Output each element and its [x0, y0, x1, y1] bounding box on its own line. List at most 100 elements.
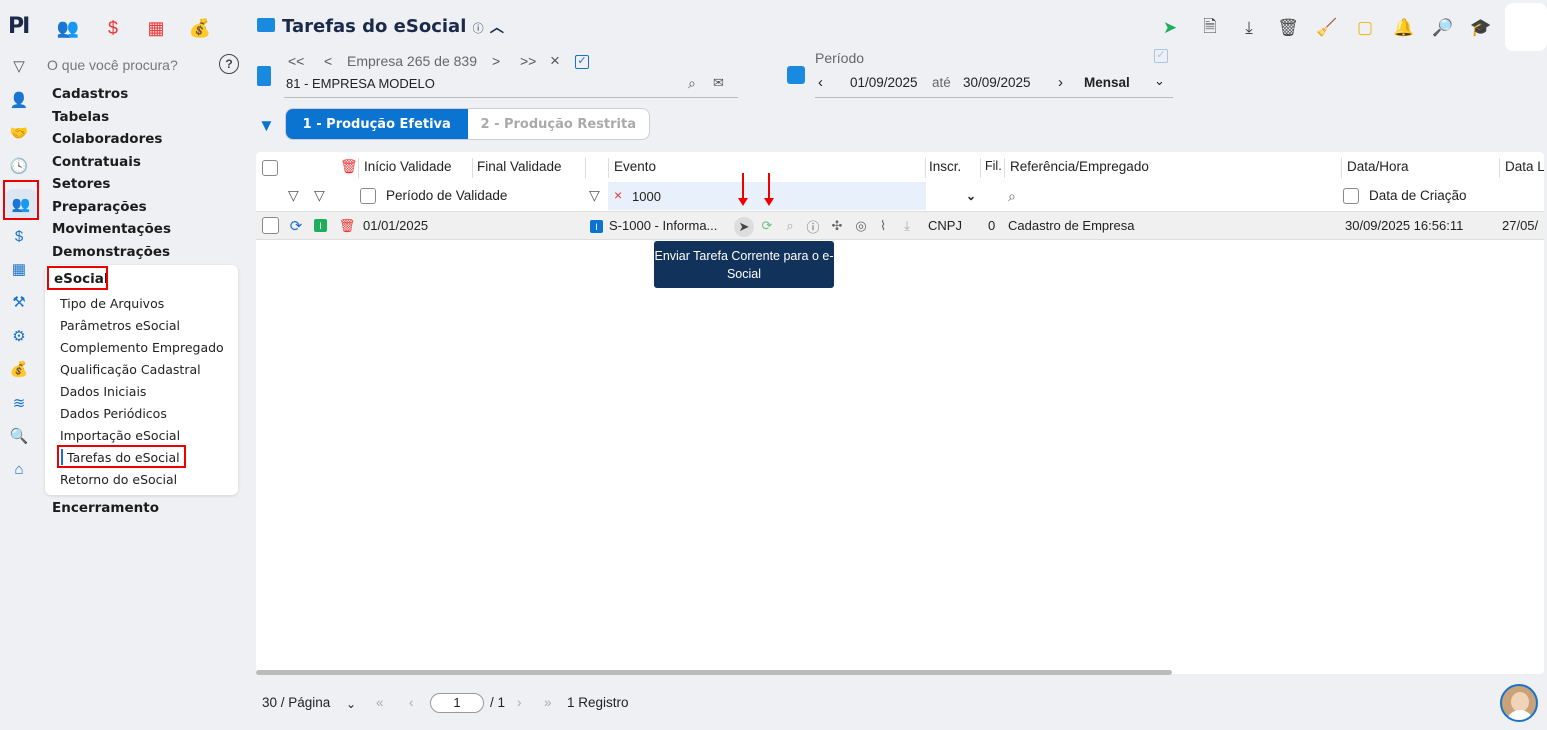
- horizontal-scrollbar[interactable]: [256, 670, 1172, 675]
- attachment-icon[interactable]: ⌇: [875, 218, 891, 234]
- col-data-l[interactable]: Data L: [1505, 159, 1544, 174]
- user-add-icon[interactable]: 👤: [8, 89, 30, 111]
- report-icon[interactable]: 🔎: [1431, 16, 1455, 40]
- prev-period-button[interactable]: ‹: [818, 74, 823, 91]
- search-icon[interactable]: 🔍: [8, 425, 30, 447]
- close-company-button[interactable]: ×: [550, 51, 560, 71]
- tools-icon[interactable]: ⚒: [8, 291, 30, 313]
- calculator-icon[interactable]: ▦: [8, 258, 30, 280]
- menu-colaboradores[interactable]: Colaboradores: [52, 131, 162, 147]
- menu-setores[interactable]: Setores: [52, 176, 110, 192]
- submenu-dados-periodicos[interactable]: Dados Periódicos: [60, 406, 167, 421]
- send-task-icon[interactable]: ➤: [734, 217, 754, 237]
- search-input[interactable]: O que você procura?: [47, 57, 178, 73]
- table-row[interactable]: ⟳ I 🗑 01/01/2025 I S-1000 - Informa... ➤…: [256, 211, 1544, 240]
- chevron-down-icon[interactable]: ⌄: [346, 697, 356, 711]
- submenu-parametros[interactable]: Parâmetros eSocial: [60, 318, 180, 333]
- group-app-icon[interactable]: 👥: [55, 14, 81, 42]
- gear-icon[interactable]: ⚙: [8, 325, 30, 347]
- col-inicio-validade[interactable]: Início Validade: [364, 159, 452, 174]
- first-company-button[interactable]: <<: [288, 53, 304, 69]
- last-page-button[interactable]: »: [544, 695, 552, 710]
- send-icon[interactable]: ➤: [1158, 16, 1182, 40]
- user-menu[interactable]: [1505, 3, 1547, 51]
- filter-funnel-icon[interactable]: ▼: [258, 116, 275, 136]
- period-start[interactable]: 01/09/2025: [850, 75, 918, 90]
- next-period-button[interactable]: ›: [1058, 74, 1063, 91]
- refresh-icon[interactable]: ⟳: [288, 218, 304, 235]
- sync-icon[interactable]: ⟳: [759, 218, 775, 234]
- row-checkbox[interactable]: [262, 217, 279, 234]
- fingerprint-icon[interactable]: ◎: [853, 218, 869, 234]
- home-icon[interactable]: ⌂: [8, 458, 30, 480]
- note-icon[interactable]: ▢: [1353, 16, 1377, 40]
- broom-icon[interactable]: 🧹: [1315, 16, 1339, 40]
- referencia-search-icon[interactable]: ⌕: [1008, 188, 1016, 205]
- company-name[interactable]: 81 - EMPRESA MODELO: [286, 76, 435, 91]
- menu-tabelas[interactable]: Tabelas: [52, 109, 109, 125]
- col-inscr[interactable]: Inscr.: [929, 159, 961, 174]
- trash-icon[interactable]: 🗑: [1276, 16, 1300, 40]
- col-evento[interactable]: Evento: [614, 159, 656, 174]
- next-company-button[interactable]: >: [492, 53, 500, 69]
- filter-icon[interactable]: ▽: [314, 187, 325, 204]
- submenu-dados-iniciais[interactable]: Dados Iniciais: [60, 384, 146, 399]
- search-icon[interactable]: ⌕: [782, 218, 798, 234]
- col-referencia[interactable]: Referência/Empregado: [1010, 159, 1149, 174]
- menu-cadastros[interactable]: Cadastros: [52, 86, 128, 102]
- info-icon[interactable]: ⓘ: [473, 22, 484, 35]
- submenu-tipo-arquivos[interactable]: Tipo de Arquivos: [60, 296, 164, 311]
- graduation-icon[interactable]: 🎓: [1469, 16, 1493, 40]
- handshake-icon[interactable]: 🤝: [8, 122, 30, 144]
- money-bag-icon[interactable]: 💰: [8, 358, 30, 380]
- mail-icon[interactable]: ✉: [713, 75, 724, 91]
- menu-preparacoes[interactable]: Preparações: [52, 199, 147, 215]
- submenu-complemento[interactable]: Complemento Empregado: [60, 340, 224, 355]
- col-data-hora[interactable]: Data/Hora: [1347, 159, 1409, 174]
- per-page-select[interactable]: 30 / Página: [262, 695, 330, 710]
- page-input[interactable]: 1: [430, 693, 484, 713]
- info-icon[interactable]: ⓘ: [805, 218, 821, 235]
- clock-icon[interactable]: 🕓: [8, 155, 30, 177]
- dollar-icon[interactable]: $: [8, 225, 30, 247]
- menu-movimentacoes[interactable]: Movimentações: [52, 221, 171, 237]
- period-mode-select[interactable]: Mensal: [1084, 75, 1130, 90]
- tab-producao-efetiva[interactable]: 1 - Produção Efetiva: [286, 109, 468, 139]
- download-icon[interactable]: ⤓: [899, 218, 915, 234]
- layers-icon[interactable]: ≋: [8, 392, 30, 414]
- collapse-icon[interactable]: ︿: [490, 20, 504, 36]
- puzzle-icon[interactable]: ✣: [829, 218, 845, 234]
- row-trash-icon[interactable]: 🗑: [339, 218, 356, 234]
- clear-filter-icon[interactable]: ×: [614, 187, 622, 203]
- filter-icon[interactable]: ▽: [8, 55, 30, 77]
- next-page-button[interactable]: ›: [517, 695, 522, 710]
- assistant-avatar[interactable]: [1500, 684, 1538, 722]
- bell-icon[interactable]: 🔔: [1392, 16, 1416, 40]
- prev-company-button[interactable]: <: [324, 53, 332, 69]
- chevron-down-icon[interactable]: ⌄: [1154, 73, 1165, 89]
- period-checkbox[interactable]: ✓: [1154, 49, 1168, 63]
- table-app-icon[interactable]: ▦: [143, 14, 169, 42]
- tab-producao-restrita[interactable]: 2 - Produção Restrita: [468, 109, 650, 139]
- event-filter-icon[interactable]: ▽: [589, 187, 600, 204]
- finance-app-icon[interactable]: $: [100, 14, 126, 42]
- first-page-button[interactable]: «: [376, 695, 384, 710]
- menu-encerramento[interactable]: Encerramento: [52, 500, 159, 516]
- last-company-button[interactable]: >>: [520, 53, 536, 69]
- help-icon[interactable]: ?: [219, 54, 239, 74]
- submenu-retorno[interactable]: Retorno do eSocial: [60, 472, 177, 487]
- col-fil[interactable]: Fil.: [985, 159, 1002, 173]
- submenu-importacao[interactable]: Importação eSocial: [60, 428, 180, 443]
- company-search-icon[interactable]: ⌕: [688, 75, 696, 92]
- moneybag-app-icon[interactable]: 💰: [187, 14, 213, 42]
- select-all-checkbox[interactable]: [262, 160, 278, 176]
- validity-filter-checkbox[interactable]: [360, 188, 376, 204]
- created-filter-checkbox[interactable]: [1343, 188, 1359, 204]
- filter-icon[interactable]: ▽: [288, 187, 299, 204]
- document-icon[interactable]: 🗎: [1198, 16, 1222, 40]
- download-icon[interactable]: ⤓: [1237, 16, 1261, 40]
- period-end[interactable]: 30/09/2025: [963, 75, 1031, 90]
- header-trash-icon[interactable]: 🗑: [340, 158, 358, 175]
- inscr-dropdown-icon[interactable]: ⌄: [966, 189, 976, 203]
- menu-demonstracoes[interactable]: Demonstrações: [52, 244, 170, 260]
